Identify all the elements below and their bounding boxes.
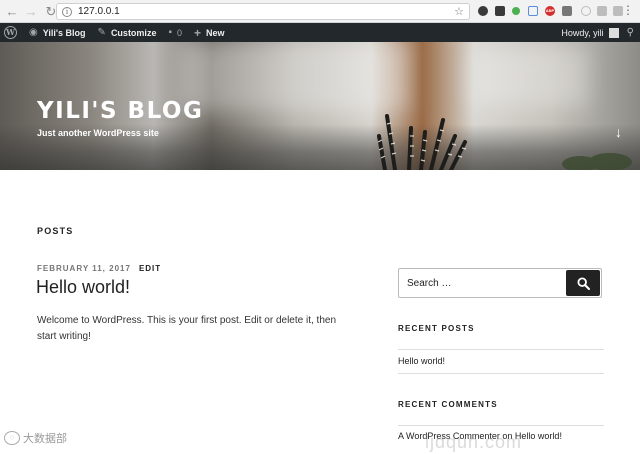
info-icon[interactable]: i: [62, 6, 72, 17]
forward-arrow-icon[interactable]: →: [23, 3, 39, 19]
admin-comments-count: 0: [177, 27, 183, 38]
divider: [398, 349, 604, 350]
scroll-down-arrow-icon[interactable]: ↓: [615, 124, 622, 140]
plant-image: [562, 153, 632, 170]
comment-bubble-icon: ▪: [168, 27, 172, 38]
search-input[interactable]: Search …: [399, 278, 566, 289]
admin-site-name-label: Yili's Blog: [42, 27, 86, 38]
admin-bar: W ◉ Yili's Blog ✎ Customize ▪ 0 + New Ho…: [0, 23, 640, 42]
status-extension-icon[interactable]: [512, 7, 520, 15]
admin-comments[interactable]: ▪ 0: [168, 23, 182, 42]
wordpress-logo-icon[interactable]: W: [4, 26, 17, 39]
watermark-logo-icon: ◌: [4, 431, 20, 445]
search-icon: [576, 276, 590, 290]
address-bar[interactable]: i 127.0.0.1 ☆: [56, 3, 470, 20]
site-title[interactable]: YILI'S BLOG: [37, 98, 203, 124]
layers-extension-icon[interactable]: [495, 6, 505, 16]
pocket-extension-icon[interactable]: [478, 6, 488, 16]
watermark-left: ◌ 大数据部: [4, 430, 67, 446]
header-light: [470, 47, 590, 107]
plant-image: [377, 114, 467, 170]
back-arrow-icon[interactable]: ←: [4, 3, 20, 19]
admin-new[interactable]: + New: [194, 23, 225, 42]
admin-site-name[interactable]: ◉ Yili's Blog: [29, 23, 86, 42]
admin-account[interactable]: Howdy, yili: [561, 23, 626, 42]
recent-posts-title: RECENT POSTS: [398, 324, 475, 333]
admin-search-icon[interactable]: ⚲: [627, 27, 634, 38]
avatar: [608, 27, 619, 38]
header-light: [180, 42, 410, 112]
post-excerpt: Welcome to WordPress. This is your first…: [37, 315, 337, 342]
plus-icon: +: [194, 25, 202, 40]
admin-customize[interactable]: ✎ Customize: [98, 23, 157, 42]
qr-extension-icon[interactable]: [562, 6, 572, 16]
bookmark-star-icon[interactable]: ☆: [454, 5, 464, 18]
site-header: YILI'S BLOG Just another WordPress site …: [0, 42, 640, 170]
page-title: POSTS: [37, 226, 74, 236]
dashboard-icon: ◉: [29, 27, 38, 38]
admin-new-label: New: [206, 27, 225, 38]
divider: [398, 373, 604, 374]
admin-howdy: Howdy, yili: [561, 27, 604, 38]
post-edit-link[interactable]: EDIT: [139, 264, 161, 273]
brush-icon: ✎: [97, 27, 106, 38]
adblock-extension-icon[interactable]: ABP: [545, 6, 555, 16]
post-title[interactable]: Hello world!: [36, 277, 130, 298]
browser-menu-icon[interactable]: ⋮: [622, 4, 634, 16]
watermark-left-text: 大数据部: [23, 433, 67, 445]
sidebar-search: Search …: [398, 268, 602, 298]
watermark-right: ljdqun.com: [425, 432, 523, 452]
post-meta: FEBRUARY 11, 2017 EDIT: [37, 264, 161, 273]
site-description: Just another WordPress site: [37, 128, 159, 138]
search-button[interactable]: [566, 270, 600, 296]
screenshot-extension-icon[interactable]: [528, 6, 538, 16]
circle-extension-icon[interactable]: [581, 6, 591, 16]
divider: [398, 425, 604, 426]
browser-toolbar: ← → ↻ i 127.0.0.1 ☆ ABP ⋮: [0, 0, 640, 23]
puzzle-extension-icon[interactable]: [597, 6, 607, 16]
address-url: 127.0.0.1: [78, 6, 120, 17]
post-date[interactable]: FEBRUARY 11, 2017: [37, 264, 131, 273]
admin-customize-label: Customize: [110, 27, 157, 38]
recent-comments-title: RECENT COMMENTS: [398, 400, 498, 409]
recent-post-link[interactable]: Hello world!: [398, 356, 445, 366]
